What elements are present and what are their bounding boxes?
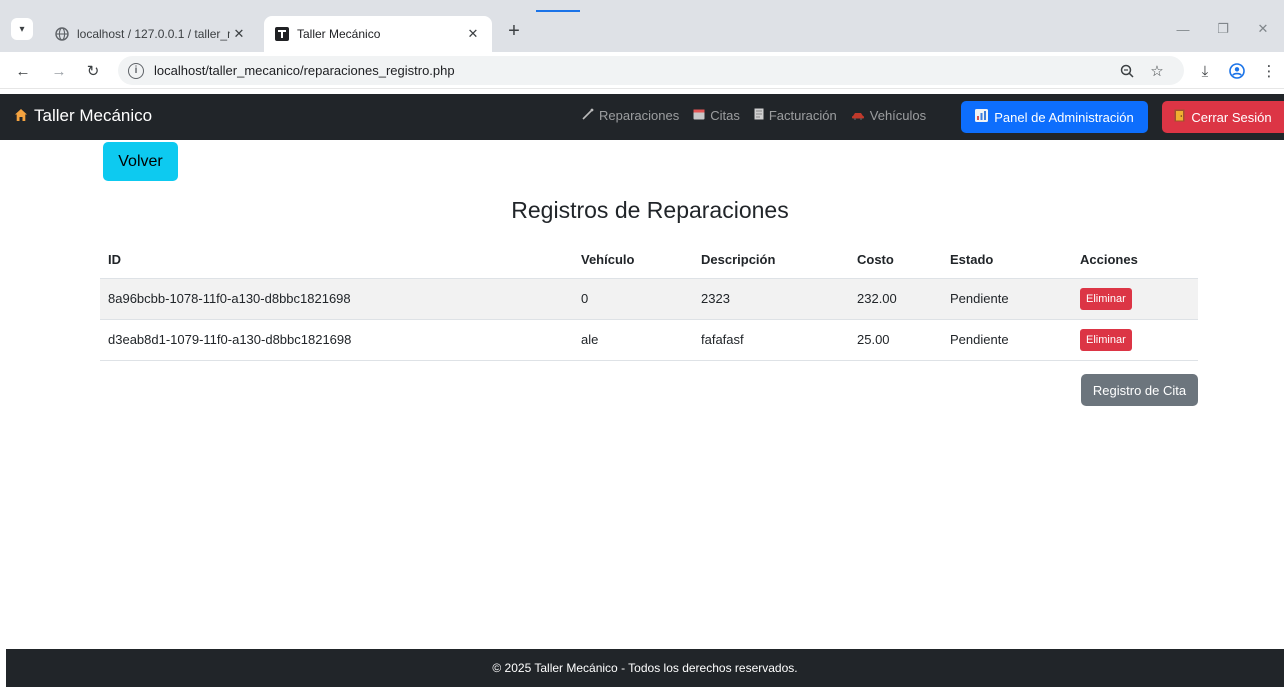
car-icon [851,109,865,123]
nav-link-label: Citas [710,108,740,123]
new-tab-button[interactable]: + [500,17,528,45]
app-favicon-icon [274,27,289,42]
nav-link-label: Facturación [768,108,837,123]
delete-button[interactable]: Eliminar [1080,287,1132,310]
column-header-estado: Estado [942,242,1072,279]
cell-descripcion: fafafasf [693,319,849,361]
cell-costo: 232.00 [849,278,942,320]
cell-id: d3eab8d1-1079-11f0-a130-d8bbc1821698 [100,319,573,361]
globe-icon [54,27,69,42]
table-header-row: ID Vehículo Descripción Costo Estado Acc… [100,242,1198,279]
nav-link-citas[interactable]: Citas [693,108,740,123]
column-header-vehiculo: Vehículo [573,242,693,279]
admin-panel-button[interactable]: Panel de Administración [961,101,1148,133]
cell-estado: Pendiente [942,278,1072,320]
footer-text: © 2025 Taller Mecánico - Todos los derec… [492,661,798,675]
column-header-costo: Costo [849,242,942,279]
page-footer: © 2025 Taller Mecánico - Todos los derec… [6,649,1284,687]
cell-vehiculo: 0 [573,278,693,320]
address-bar[interactable]: i localhost/taller_mecanico/reparaciones… [118,56,1184,85]
tab-title: Taller Mecánico [297,27,381,41]
table-row: d3eab8d1-1079-11f0-a130-d8bbc1821698 ale… [100,319,1198,361]
page-title: Registros de Reparaciones [511,197,789,223]
navbar-brand[interactable]: Taller Mecánico [14,106,152,126]
logout-label: Cerrar Sesión [1191,109,1272,125]
register-appointment-button[interactable]: Registro de Cita [1081,374,1198,406]
chart-icon [975,109,989,125]
tab-title: localhost / 127.0.0.1 / taller_me [77,27,230,41]
url-text: localhost/taller_mecanico/reparaciones_r… [154,63,455,78]
close-window-icon[interactable]: ✕ [1240,18,1284,40]
browser-tab-phpmyadmin[interactable]: localhost / 127.0.0.1 / taller_me ✕ [44,16,258,52]
cell-acciones: Eliminar [1072,278,1198,320]
nav-link-vehiculos[interactable]: Vehículos [851,108,926,123]
nav-links: Reparaciones Citas Facturación Vehículos [582,108,940,123]
loading-indicator [536,10,580,12]
cell-estado: Pendiente [942,319,1072,361]
back-arrow-icon[interactable]: ← [12,60,34,82]
nav-link-reparaciones[interactable]: Reparaciones [582,108,679,123]
cell-descripcion: 2323 [693,278,849,320]
logout-button[interactable]: Cerrar Sesión [1162,101,1284,133]
tab-search-chevron-icon[interactable]: ▾ [11,18,33,40]
browser-toolbar: ← → ↻ i localhost/taller_mecanico/repara… [0,52,1284,89]
kebab-menu-icon[interactable]: ⋮ [1258,60,1280,82]
bookmark-star-icon[interactable]: ☆ [1146,60,1168,82]
repairs-table: ID Vehículo Descripción Costo Estado Acc… [100,242,1198,361]
zoom-icon[interactable] [1116,60,1138,82]
column-header-descripcion: Descripción [693,242,849,279]
cell-costo: 25.00 [849,319,942,361]
delete-button[interactable]: Eliminar [1080,328,1132,351]
calendar-icon [693,108,705,123]
cell-id: 8a96bcbb-1078-11f0-a130-d8bbc1821698 [100,278,573,320]
column-header-acciones: Acciones [1072,242,1198,279]
nav-link-label: Reparaciones [599,108,680,123]
forward-arrow-icon[interactable]: → [48,60,70,82]
cell-acciones: Eliminar [1072,319,1198,361]
receipt-icon [754,108,764,123]
cell-vehiculo: ale [573,319,693,361]
table-row: 8a96bcbb-1078-11f0-a130-d8bbc1821698 0 2… [100,278,1198,320]
profile-icon[interactable] [1226,60,1248,82]
admin-panel-label: Panel de Administración [994,109,1134,125]
nav-link-label: Vehículos [869,108,927,123]
site-info-icon[interactable]: i [128,62,144,79]
download-icon[interactable]: ⤓ [1194,60,1216,82]
close-tab-icon[interactable]: ✕ [464,26,482,42]
house-icon [14,108,28,125]
close-tab-icon[interactable]: ✕ [230,26,248,42]
door-icon [1174,109,1185,125]
browser-tab-strip: ▾ localhost / 127.0.0.1 / taller_me ✕ Ta… [0,0,1284,52]
column-header-id: ID [100,242,573,279]
browser-tab-taller[interactable]: Taller Mecánico ✕ [264,16,492,52]
back-button[interactable]: Volver [103,142,178,181]
wrench-icon [582,108,594,123]
reload-icon[interactable]: ↻ [82,60,104,82]
brand-label: Taller Mecánico [34,106,153,125]
nav-link-facturacion[interactable]: Facturación [754,108,837,123]
